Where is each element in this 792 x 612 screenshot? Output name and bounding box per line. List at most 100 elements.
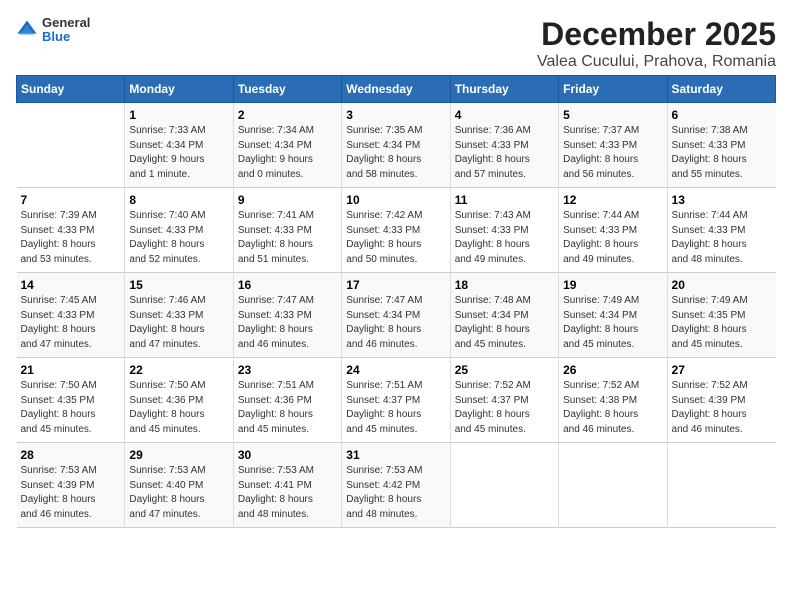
column-header-wednesday: Wednesday [342, 76, 450, 103]
calendar-cell: 27 Sunrise: 7:52 AM Sunset: 4:39 PM Dayli… [667, 358, 775, 443]
calendar-cell [559, 443, 667, 528]
day-number: 21 [21, 363, 121, 377]
calendar-cell: 7 Sunrise: 7:39 AM Sunset: 4:33 PM Daylig… [17, 188, 125, 273]
day-info: Sunrise: 7:38 AM Sunset: 4:33 PM Dayligh… [672, 124, 772, 182]
day-number: 9 [238, 193, 337, 207]
day-info: Sunrise: 7:53 AM Sunset: 4:39 PM Dayligh… [21, 464, 121, 522]
day-number: 19 [563, 278, 662, 292]
day-info: Sunrise: 7:37 AM Sunset: 4:33 PM Dayligh… [563, 124, 662, 182]
column-header-thursday: Thursday [450, 76, 558, 103]
day-number: 29 [129, 448, 228, 462]
day-info: Sunrise: 7:52 AM Sunset: 4:38 PM Dayligh… [563, 379, 662, 437]
day-number: 15 [129, 278, 228, 292]
day-number: 4 [455, 108, 554, 122]
calendar-week-4: 21 Sunrise: 7:50 AM Sunset: 4:35 PM Dayli… [17, 358, 776, 443]
day-number: 22 [129, 363, 228, 377]
calendar-cell: 18 Sunrise: 7:48 AM Sunset: 4:34 PM Dayli… [450, 273, 558, 358]
calendar-cell: 12 Sunrise: 7:44 AM Sunset: 4:33 PM Dayli… [559, 188, 667, 273]
calendar-cell [17, 103, 125, 188]
calendar-cell: 4 Sunrise: 7:36 AM Sunset: 4:33 PM Daylig… [450, 103, 558, 188]
calendar-cell [450, 443, 558, 528]
day-number: 27 [672, 363, 772, 377]
day-number: 1 [129, 108, 228, 122]
day-info: Sunrise: 7:47 AM Sunset: 4:33 PM Dayligh… [238, 294, 337, 352]
day-number: 18 [455, 278, 554, 292]
day-number: 23 [238, 363, 337, 377]
calendar-week-3: 14 Sunrise: 7:45 AM Sunset: 4:33 PM Dayli… [17, 273, 776, 358]
day-info: Sunrise: 7:48 AM Sunset: 4:34 PM Dayligh… [455, 294, 554, 352]
day-number: 6 [672, 108, 772, 122]
calendar-cell: 1Sunrise: 7:33 AM Sunset: 4:34 PM Daylig… [125, 103, 233, 188]
calendar-table: SundayMondayTuesdayWednesdayThursdayFrid… [16, 75, 776, 528]
day-number: 13 [672, 193, 772, 207]
day-number: 14 [21, 278, 121, 292]
day-info: Sunrise: 7:35 AM Sunset: 4:34 PM Dayligh… [346, 124, 445, 182]
day-info: Sunrise: 7:42 AM Sunset: 4:33 PM Dayligh… [346, 209, 445, 267]
day-info: Sunrise: 7:50 AM Sunset: 4:36 PM Dayligh… [129, 379, 228, 437]
day-info: Sunrise: 7:53 AM Sunset: 4:40 PM Dayligh… [129, 464, 228, 522]
calendar-cell: 28 Sunrise: 7:53 AM Sunset: 4:39 PM Dayli… [17, 443, 125, 528]
calendar-cell: 31Sunrise: 7:53 AM Sunset: 4:42 PM Dayli… [342, 443, 450, 528]
calendar-cell: 3Sunrise: 7:35 AM Sunset: 4:34 PM Daylig… [342, 103, 450, 188]
column-header-monday: Monday [125, 76, 233, 103]
calendar-cell: 2 Sunrise: 7:34 AM Sunset: 4:34 PM Daylig… [233, 103, 341, 188]
calendar-cell: 10 Sunrise: 7:42 AM Sunset: 4:33 PM Dayli… [342, 188, 450, 273]
day-number: 28 [21, 448, 121, 462]
calendar-cell: 13 Sunrise: 7:44 AM Sunset: 4:33 PM Dayli… [667, 188, 775, 273]
day-info: Sunrise: 7:44 AM Sunset: 4:33 PM Dayligh… [563, 209, 662, 267]
calendar-cell: 9Sunrise: 7:41 AM Sunset: 4:33 PM Daylig… [233, 188, 341, 273]
day-number: 8 [129, 193, 228, 207]
column-header-tuesday: Tuesday [233, 76, 341, 103]
calendar-cell: 22 Sunrise: 7:50 AM Sunset: 4:36 PM Dayli… [125, 358, 233, 443]
calendar-cell: 8 Sunrise: 7:40 AM Sunset: 4:33 PM Daylig… [125, 188, 233, 273]
calendar-week-2: 7 Sunrise: 7:39 AM Sunset: 4:33 PM Daylig… [17, 188, 776, 273]
calendar-week-5: 28 Sunrise: 7:53 AM Sunset: 4:39 PM Dayli… [17, 443, 776, 528]
day-number: 24 [346, 363, 445, 377]
day-number: 16 [238, 278, 337, 292]
day-info: Sunrise: 7:45 AM Sunset: 4:33 PM Dayligh… [21, 294, 121, 352]
calendar-cell: 29 Sunrise: 7:53 AM Sunset: 4:40 PM Dayli… [125, 443, 233, 528]
day-info: Sunrise: 7:34 AM Sunset: 4:34 PM Dayligh… [238, 124, 337, 182]
calendar-cell: 19Sunrise: 7:49 AM Sunset: 4:34 PM Dayli… [559, 273, 667, 358]
page-header: General Blue December 2025 Valea Cucului… [16, 16, 776, 71]
column-header-friday: Friday [559, 76, 667, 103]
calendar-cell: 14 Sunrise: 7:45 AM Sunset: 4:33 PM Dayli… [17, 273, 125, 358]
day-number: 2 [238, 108, 337, 122]
calendar-cell: 15Sunrise: 7:46 AM Sunset: 4:33 PM Dayli… [125, 273, 233, 358]
day-info: Sunrise: 7:47 AM Sunset: 4:34 PM Dayligh… [346, 294, 445, 352]
day-info: Sunrise: 7:52 AM Sunset: 4:39 PM Dayligh… [672, 379, 772, 437]
calendar-cell: 5 Sunrise: 7:37 AM Sunset: 4:33 PM Daylig… [559, 103, 667, 188]
day-number: 5 [563, 108, 662, 122]
calendar-cell: 20 Sunrise: 7:49 AM Sunset: 4:35 PM Dayli… [667, 273, 775, 358]
day-info: Sunrise: 7:39 AM Sunset: 4:33 PM Dayligh… [21, 209, 121, 267]
calendar-cell: 17 Sunrise: 7:47 AM Sunset: 4:34 PM Dayli… [342, 273, 450, 358]
logo-icon [16, 19, 38, 41]
calendar-cell [667, 443, 775, 528]
day-info: Sunrise: 7:49 AM Sunset: 4:35 PM Dayligh… [672, 294, 772, 352]
calendar-cell: 24Sunrise: 7:51 AM Sunset: 4:37 PM Dayli… [342, 358, 450, 443]
day-number: 10 [346, 193, 445, 207]
day-info: Sunrise: 7:44 AM Sunset: 4:33 PM Dayligh… [672, 209, 772, 267]
calendar-cell: 25Sunrise: 7:52 AM Sunset: 4:37 PM Dayli… [450, 358, 558, 443]
day-number: 26 [563, 363, 662, 377]
day-number: 20 [672, 278, 772, 292]
day-number: 30 [238, 448, 337, 462]
day-info: Sunrise: 7:36 AM Sunset: 4:33 PM Dayligh… [455, 124, 554, 182]
title-block: December 2025 Valea Cucului, Prahova, Ro… [537, 16, 776, 71]
logo-blue: Blue [42, 30, 90, 44]
calendar-cell: 11Sunrise: 7:43 AM Sunset: 4:33 PM Dayli… [450, 188, 558, 273]
calendar-cell: 21 Sunrise: 7:50 AM Sunset: 4:35 PM Dayli… [17, 358, 125, 443]
day-number: 17 [346, 278, 445, 292]
day-info: Sunrise: 7:50 AM Sunset: 4:35 PM Dayligh… [21, 379, 121, 437]
day-number: 12 [563, 193, 662, 207]
logo: General Blue [16, 16, 90, 45]
calendar-cell: 30 Sunrise: 7:53 AM Sunset: 4:41 PM Dayli… [233, 443, 341, 528]
logo-general: General [42, 16, 90, 30]
calendar-cell: 26 Sunrise: 7:52 AM Sunset: 4:38 PM Dayli… [559, 358, 667, 443]
day-info: Sunrise: 7:40 AM Sunset: 4:33 PM Dayligh… [129, 209, 228, 267]
day-number: 11 [455, 193, 554, 207]
column-header-saturday: Saturday [667, 76, 775, 103]
day-info: Sunrise: 7:53 AM Sunset: 4:41 PM Dayligh… [238, 464, 337, 522]
day-number: 7 [21, 193, 121, 207]
day-info: Sunrise: 7:52 AM Sunset: 4:37 PM Dayligh… [455, 379, 554, 437]
